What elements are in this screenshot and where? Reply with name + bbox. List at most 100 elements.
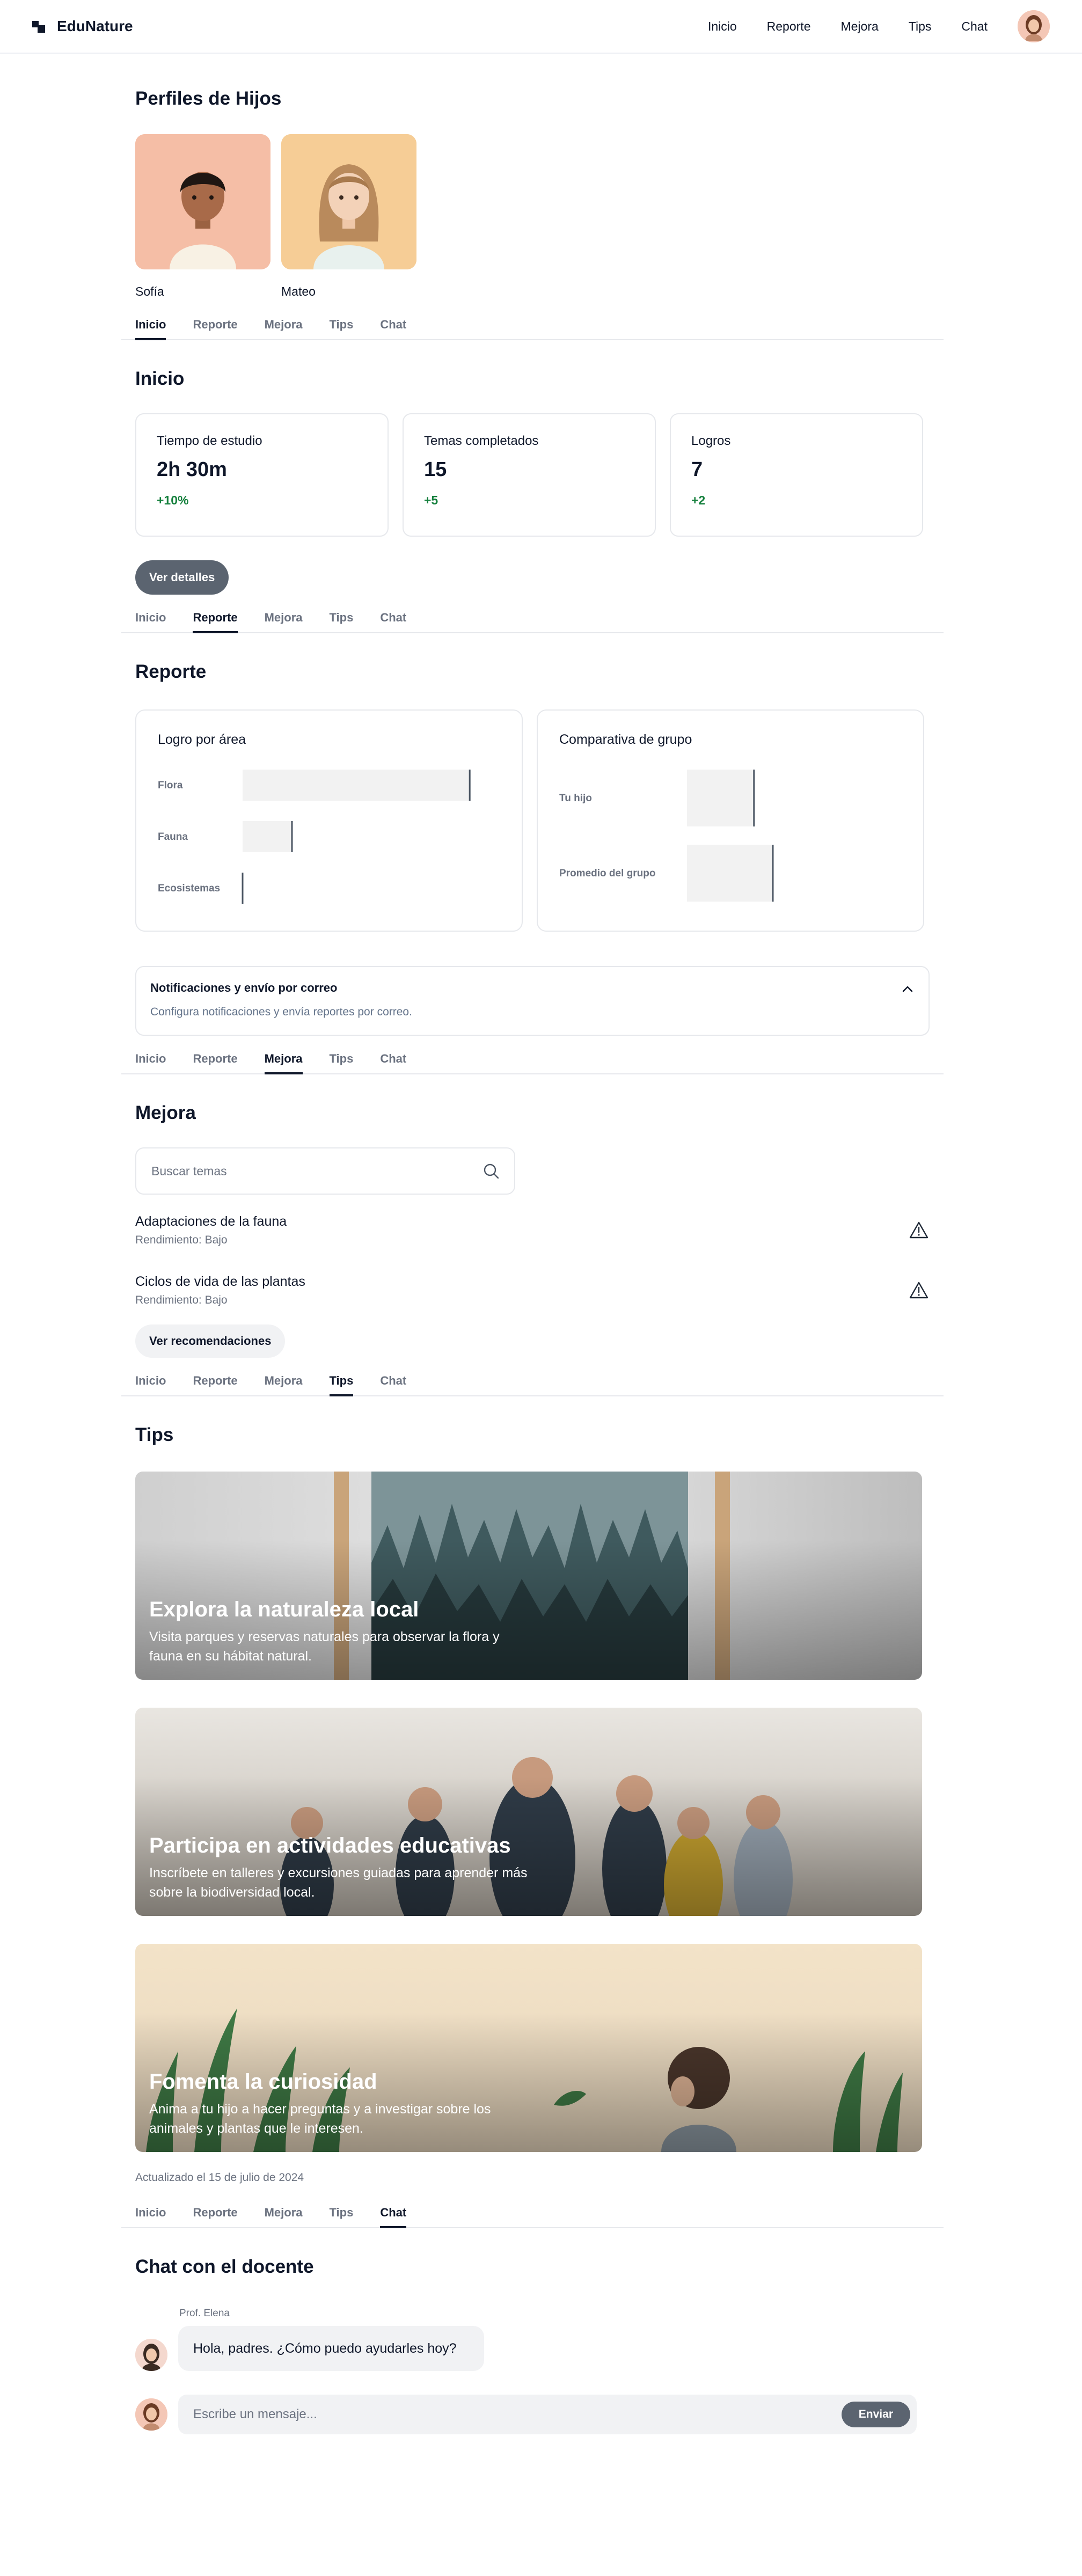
send-button[interactable]: Enviar — [841, 2402, 910, 2428]
nav-item-reporte[interactable]: Reporte — [767, 19, 811, 34]
parent-avatar-icon — [135, 2398, 167, 2431]
teacher-avatar — [135, 2339, 167, 2372]
stat-change: +2 — [691, 493, 706, 507]
brand[interactable]: EduNature — [32, 18, 133, 35]
top-navigation-bar: EduNature Inicio Reporte Mejora Tips Cha… — [0, 0, 1082, 54]
tab-chat[interactable]: Chat — [380, 1374, 406, 1395]
chevron-up-icon[interactable] — [901, 982, 915, 996]
tab-tips[interactable]: Tips — [330, 318, 354, 339]
stat-card-achievements: Logros 7 +2 — [670, 413, 923, 537]
topic-search-box — [135, 1147, 515, 1195]
list-item[interactable]: Adaptaciones de la fauna Rendimiento: Ba… — [135, 1203, 930, 1257]
nav-item-inicio[interactable]: Inicio — [708, 19, 737, 34]
tab-tips[interactable]: Tips — [329, 1374, 353, 1396]
tab-reporte[interactable]: Reporte — [193, 2206, 237, 2227]
bar-label: Flora — [158, 780, 183, 791]
user-avatar[interactable] — [1018, 10, 1050, 42]
tab-tips[interactable]: Tips — [330, 2206, 354, 2227]
stat-label: Temas completados — [424, 434, 539, 448]
message-input-box: Enviar — [178, 2395, 917, 2435]
tab-tips[interactable]: Tips — [330, 1052, 354, 1073]
tab-chat[interactable]: Chat — [380, 318, 406, 339]
tab-inicio[interactable]: Inicio — [135, 2206, 166, 2227]
topic-text: Ciclos de vida de las plantas Rendimient… — [135, 1274, 305, 1307]
tab-mejora[interactable]: Mejora — [265, 611, 303, 632]
group-comparison-title: Comparativa de grupo — [559, 732, 692, 747]
bar — [243, 821, 292, 852]
notifications-accordion[interactable]: Notificaciones y envío por correo Config… — [135, 966, 930, 1036]
tab-inicio[interactable]: Inicio — [135, 318, 166, 340]
user-avatar-icon — [1018, 10, 1050, 42]
section-tabs-reporte: Inicio Reporte Mejora Tips Chat — [121, 599, 944, 633]
bar-label: Ecosistemas — [158, 883, 220, 894]
weak-topics-list: Adaptaciones de la fauna Rendimiento: Ba… — [135, 1203, 930, 1317]
view-recommendations-button[interactable]: Ver recomendaciones — [135, 1324, 286, 1358]
reporte-section: Reporte Logro por área Flora Fauna Ecosist… — [121, 633, 944, 1074]
bar — [687, 770, 754, 826]
tab-mejora[interactable]: Mejora — [265, 318, 303, 339]
inicio-section: Inicio Tiempo de estudio 2h 30m +10% Tem… — [121, 340, 944, 633]
child-boy-illustration-icon — [135, 134, 270, 269]
tab-tips[interactable]: Tips — [330, 611, 354, 632]
tip-title: Fomenta la curiosidad — [149, 2069, 377, 2094]
achievement-by-area-card: Logro por área Flora Fauna Ecosistemas — [135, 709, 523, 932]
tip-text: Participa en actividades educativas Insc… — [149, 1834, 536, 1902]
profile-photo-sofia — [135, 134, 270, 269]
section-tabs-mejora: Inicio Reporte Mejora Tips Chat — [121, 1040, 944, 1074]
child-girl-illustration-icon — [281, 134, 416, 269]
warning-icon — [909, 1221, 929, 1239]
bar-label: Promedio del grupo — [559, 868, 655, 879]
stat-value: 15 — [424, 458, 447, 481]
nav-item-tips[interactable]: Tips — [909, 19, 932, 34]
main-nav: Inicio Reporte Mejora Tips Chat — [708, 10, 1050, 42]
profile-card-sofia[interactable]: Sofía — [135, 134, 270, 306]
tab-inicio[interactable]: Inicio — [135, 1052, 166, 1073]
tab-chat[interactable]: Chat — [380, 611, 406, 632]
tip-title: Participa en actividades educativas — [149, 1833, 511, 1857]
topic-search-input[interactable] — [150, 1163, 451, 1179]
tip-card-educational-activities[interactable]: Participa en actividades educativas Insc… — [135, 1708, 922, 1916]
tips-section: Tips Explora la naturaleza local Visita … — [121, 1396, 944, 2228]
notifications-title: Notificaciones y envío por correo — [150, 981, 338, 994]
view-details-button[interactable]: Ver detalles — [135, 560, 229, 595]
tip-text: Explora la naturaleza local Visita parqu… — [149, 1598, 536, 1666]
tab-mejora[interactable]: Mejora — [265, 2206, 303, 2227]
profiles-title: Perfiles de Hijos — [135, 88, 282, 109]
tab-reporte[interactable]: Reporte — [193, 318, 237, 339]
tip-text: Fomenta la curiosidad Anima a tu hijo a … — [149, 2070, 536, 2139]
search-icon[interactable] — [482, 1162, 500, 1180]
tab-mejora[interactable]: Mejora — [265, 1374, 303, 1395]
tab-inicio[interactable]: Inicio — [135, 611, 166, 632]
nav-item-chat[interactable]: Chat — [961, 19, 988, 34]
tab-inicio[interactable]: Inicio — [135, 1374, 166, 1395]
list-item[interactable]: Ciclos de vida de las plantas Rendimient… — [135, 1263, 930, 1317]
brand-logo-icon — [32, 19, 47, 34]
mejora-section: Mejora Adaptaciones de la fauna Rendimie… — [121, 1074, 944, 1396]
profile-card-mateo[interactable]: Mateo — [281, 134, 416, 306]
chat-composer: Enviar — [135, 2395, 930, 2435]
tip-card-explore-nature[interactable]: Explora la naturaleza local Visita parqu… — [135, 1472, 922, 1680]
tip-description: Visita parques y reservas naturales para… — [149, 1629, 500, 1664]
chat-message-row: Hola, padres. ¿Cómo puedo ayudarles hoy? — [135, 2326, 930, 2372]
tab-chat[interactable]: Chat — [380, 2206, 406, 2228]
tab-chat[interactable]: Chat — [380, 1052, 406, 1073]
reporte-title: Reporte — [135, 661, 207, 682]
stat-label: Tiempo de estudio — [157, 434, 262, 448]
message-sender: Prof. Elena — [179, 2308, 230, 2319]
tab-reporte[interactable]: Reporte — [193, 611, 238, 633]
tab-mejora[interactable]: Mejora — [264, 1052, 303, 1074]
stat-change: +10% — [157, 493, 189, 507]
tip-description: Anima a tu hijo a hacer preguntas y a in… — [149, 2101, 491, 2136]
tab-reporte[interactable]: Reporte — [193, 1374, 237, 1395]
stat-change: +5 — [424, 493, 438, 507]
profile-photo-mateo — [281, 134, 416, 269]
profile-name-sofia: Sofía — [135, 284, 164, 298]
stat-label: Logros — [691, 434, 731, 448]
tab-reporte[interactable]: Reporte — [193, 1052, 237, 1073]
tip-card-curiosity[interactable]: Fomenta la curiosidad Anima a tu hijo a … — [135, 1944, 922, 2152]
topic-title: Ciclos de vida de las plantas — [135, 1274, 305, 1289]
tip-title: Explora la naturaleza local — [149, 1597, 419, 1621]
message-input[interactable] — [192, 2406, 729, 2423]
nav-item-mejora[interactable]: Mejora — [840, 19, 878, 34]
bar — [243, 770, 470, 801]
